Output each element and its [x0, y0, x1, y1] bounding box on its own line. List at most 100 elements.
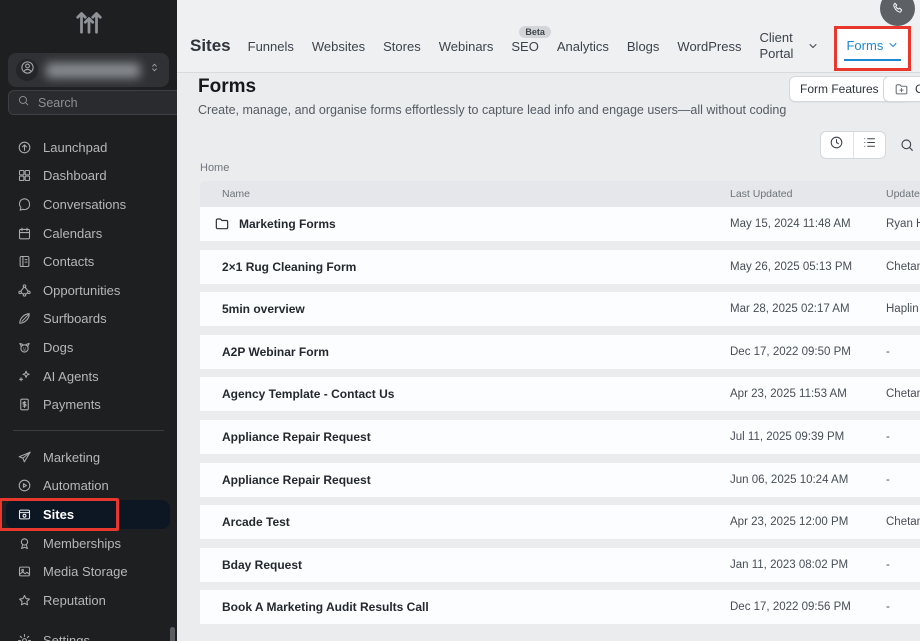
tab-analytics[interactable]: Analytics: [557, 39, 609, 54]
table-row[interactable]: Bday Request Jan 11, 2023 08:02 PM -: [200, 548, 920, 582]
cell-last-updated: Mar 28, 2025 02:17 AM: [730, 303, 886, 315]
sidebar-item-dogs[interactable]: Dogs: [6, 333, 170, 362]
cell-updated-by: Ryan How: [886, 218, 920, 230]
sidebar-item-label: Conversations: [43, 197, 126, 212]
sidebar-item-memberships[interactable]: Memberships: [6, 529, 170, 558]
tab-seo[interactable]: Beta SEO: [511, 39, 538, 54]
cell-name: 5min overview: [200, 302, 730, 316]
sidebar-item-label: Memberships: [43, 536, 121, 551]
sidebar-item-label: Dashboard: [43, 168, 107, 183]
sidebar-item-contacts[interactable]: Contacts: [6, 247, 170, 276]
search-box[interactable]: ⌘ K: [8, 90, 177, 115]
cell-updated-by: Chetan K: [886, 516, 920, 528]
star-icon: [17, 593, 32, 608]
sidebar-item-label: Sites: [43, 507, 74, 522]
tabs-bar: Funnels Websites Stores Webinars Beta SE…: [248, 27, 920, 66]
sidebar-item-surfboards[interactable]: Surfboards: [6, 305, 170, 334]
sidebar-item-label: Payments: [43, 397, 101, 412]
phone-button[interactable]: [880, 0, 915, 26]
recent-view-button[interactable]: [821, 132, 853, 158]
cell-name: Appliance Repair Request: [200, 473, 730, 487]
list-view-button[interactable]: [853, 132, 886, 158]
sidebar-item-label: AI Agents: [43, 369, 99, 384]
table-row[interactable]: Arcade Test Apr 23, 2025 12:00 PM Chetan…: [200, 505, 920, 539]
cell-last-updated: May 26, 2025 05:13 PM: [730, 261, 886, 273]
tab-websites[interactable]: Websites: [312, 39, 365, 54]
cell-updated-by: -: [886, 346, 920, 358]
page-subtitle: Create, manage, and organise forms effor…: [198, 103, 786, 117]
table-row[interactable]: 5min overview Mar 28, 2025 02:17 AM Hapl…: [200, 292, 920, 326]
tab-forms[interactable]: Forms: [837, 29, 908, 68]
sidebar-primary-nav: Launchpad Dashboard Conversations Calend…: [0, 133, 177, 419]
sidebar-item-label: Contacts: [43, 254, 94, 269]
sidebar-item-calendars[interactable]: Calendars: [6, 219, 170, 248]
three-arrows-logo-icon: [74, 6, 104, 41]
table-row[interactable]: 2×1 Rug Cleaning Form May 26, 2025 05:13…: [200, 250, 920, 284]
dashboard-icon: [17, 168, 32, 183]
account-switcher[interactable]: [8, 53, 169, 87]
tab-label: Client Portal: [759, 30, 803, 63]
medal-icon: [17, 536, 32, 551]
sidebar-item-label: Marketing: [43, 450, 100, 465]
forms-table: Name Last Updated Updated By Marketing F…: [200, 181, 920, 624]
section-title: Sites: [190, 36, 231, 56]
table-row[interactable]: Appliance Repair Request Jun 06, 2025 10…: [200, 463, 920, 497]
sidebar-item-sites[interactable]: Sites: [6, 500, 170, 529]
main-area: Sites Funnels Websites Stores Webinars B…: [177, 0, 920, 641]
tab-label: Stores: [383, 39, 421, 54]
cell-last-updated: Apr 23, 2025 11:53 AM: [730, 388, 886, 400]
table-row[interactable]: A2P Webinar Form Dec 17, 2022 09:50 PM -: [200, 335, 920, 369]
sidebar-item-label: Launchpad: [43, 140, 107, 155]
table-row[interactable]: Appliance Repair Request Jul 11, 2025 09…: [200, 420, 920, 454]
table-row[interactable]: Agency Template - Contact Us Apr 23, 202…: [200, 377, 920, 411]
cell-name: 2×1 Rug Cleaning Form: [200, 260, 730, 274]
create-folder-button[interactable]: C: [883, 76, 920, 102]
chevron-down-icon: [887, 39, 899, 51]
table-search-button[interactable]: [899, 137, 915, 158]
sidebar-item-marketing[interactable]: Marketing: [6, 443, 170, 472]
tab-stores[interactable]: Stores: [383, 39, 421, 54]
cell-updated-by: Haplin M: [886, 303, 920, 315]
sidebar-scrollbar-thumb[interactable]: [170, 627, 175, 641]
sidebar-item-reputation[interactable]: Reputation: [6, 586, 170, 615]
tab-client-portal[interactable]: Client Portal: [759, 30, 819, 63]
sidebar-item-launchpad[interactable]: Launchpad: [6, 133, 170, 162]
sidebar-item-ai-agents[interactable]: AI Agents: [6, 362, 170, 391]
tab-webinars[interactable]: Webinars: [439, 39, 494, 54]
phone-icon: [891, 1, 905, 20]
search-icon: [17, 94, 30, 112]
tab-label: Forms: [846, 38, 883, 53]
breadcrumb[interactable]: Home: [200, 162, 229, 174]
cell-updated-by: -: [886, 474, 920, 486]
table-row[interactable]: Book A Marketing Audit Results Call Dec …: [200, 590, 920, 624]
tab-label: Websites: [312, 39, 365, 54]
view-toggle-group: [820, 131, 886, 159]
search-input[interactable]: [36, 95, 177, 111]
sidebar-item-opportunities[interactable]: Opportunities: [6, 276, 170, 305]
cell-updated-by: -: [886, 431, 920, 443]
app-window: ⌘ K Launchpad Dashboard Conversations Ca…: [0, 0, 920, 641]
tab-label: WordPress: [677, 39, 741, 54]
sidebar-item-payments[interactable]: Payments: [6, 390, 170, 419]
cell-last-updated: May 15, 2024 11:48 AM: [730, 218, 886, 230]
sidebar-item-label: Automation: [43, 478, 109, 493]
tab-blogs[interactable]: Blogs: [627, 39, 660, 54]
play-circle-icon: [17, 478, 32, 493]
sidebar-item-automation[interactable]: Automation: [6, 472, 170, 501]
table-row[interactable]: Marketing Forms May 15, 2024 11:48 AM Ry…: [200, 207, 920, 241]
page-header: Forms Create, manage, and organise forms…: [198, 76, 786, 117]
cell-updated-by: -: [886, 559, 920, 571]
sidebar-search-row: ⌘ K: [8, 90, 169, 115]
sidebar-item-label: Surfboards: [43, 311, 107, 326]
list-icon: [862, 135, 877, 155]
tab-funnels[interactable]: Funnels: [248, 39, 294, 54]
chevron-down-icon: [807, 40, 819, 52]
sidebar-item-conversations[interactable]: Conversations: [6, 190, 170, 219]
image-icon: [17, 564, 32, 579]
sidebar-item-settings[interactable]: Settings: [6, 627, 170, 641]
create-button-label: C: [915, 82, 920, 96]
cell-last-updated: Apr 23, 2025 12:00 PM: [730, 516, 886, 528]
sidebar-item-media-storage[interactable]: Media Storage: [6, 557, 170, 586]
sidebar-item-dashboard[interactable]: Dashboard: [6, 162, 170, 191]
tab-wordpress[interactable]: WordPress: [677, 39, 741, 54]
